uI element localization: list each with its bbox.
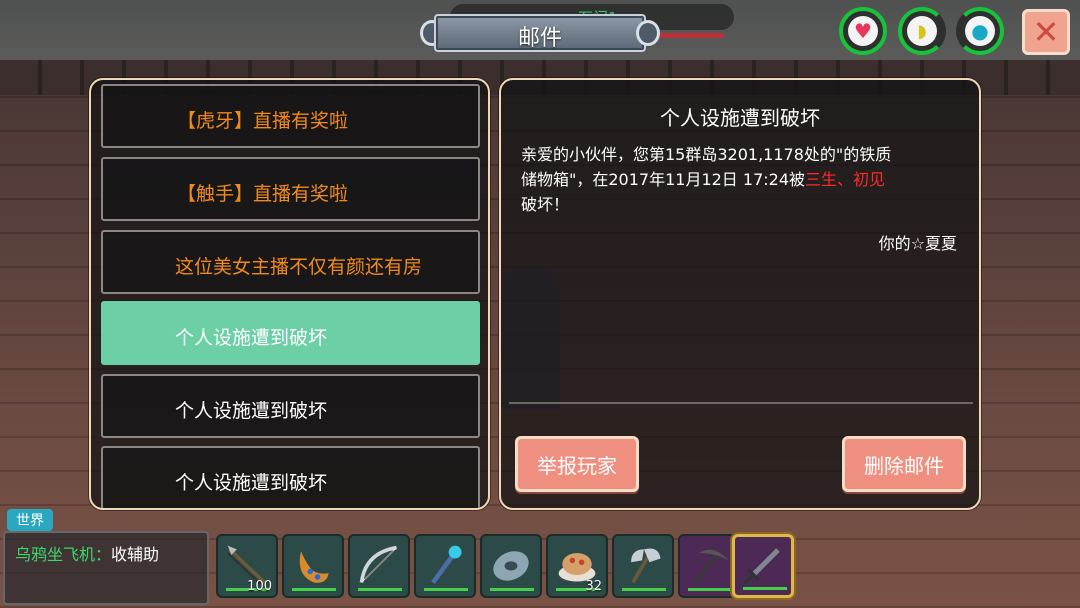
attacker-names: 三生、初见 <box>805 170 886 189</box>
dialog-title-plate: 邮件 <box>420 14 660 52</box>
banana-icon: ◗ <box>907 16 937 46</box>
hotbar-slot-selected[interactable] <box>732 534 794 598</box>
close-button[interactable]: ✕ <box>1022 9 1070 55</box>
chat-text: 收辅助 <box>111 545 160 564</box>
dialog-title: 邮件 <box>517 26 562 51</box>
staff-icon <box>431 545 462 584</box>
divider <box>509 402 973 404</box>
water-drop-icon: ● <box>965 16 995 46</box>
item-count: 100 <box>247 579 272 594</box>
mail-item-title: 这位美女主播不仅有颜还有房 <box>175 256 423 278</box>
mail-item-title: 个人设施遭到破坏 <box>175 400 328 422</box>
message-line: 破坏！ <box>521 195 570 214</box>
durability-bar <box>424 588 468 591</box>
durability-bar <box>490 588 534 591</box>
shield-icon <box>493 551 529 581</box>
axe-icon <box>631 548 661 584</box>
hunger-stat[interactable]: ◗ <box>898 7 946 55</box>
close-icon: ✕ <box>1032 13 1060 51</box>
durability-bar <box>358 588 402 591</box>
mail-item-chushou[interactable]: 【触手】直播有奖啦 <box>101 157 480 221</box>
report-player-button[interactable]: 举报玩家 <box>515 436 639 492</box>
mail-item-selected[interactable]: 个人设施遭到破坏 <box>101 301 480 365</box>
message-signature: 你的☆夏夏 <box>878 234 957 253</box>
mail-item-huya[interactable]: 【虎牙】直播有奖啦 <box>101 84 480 148</box>
durability-bar <box>292 588 336 591</box>
delete-mail-button[interactable]: 删除邮件 <box>842 436 966 492</box>
chat-box[interactable]: 乌鸦坐飞机：收辅助 <box>3 531 209 605</box>
message-line-text: 储物箱"，在2017年11月12日 17:24被 <box>521 170 805 189</box>
pickaxe-icon <box>693 549 729 584</box>
sword-icon <box>743 548 780 585</box>
durability-bar <box>688 588 732 591</box>
durability-bar <box>743 587 787 590</box>
chat-sender: 乌鸦坐飞机： <box>15 545 112 564</box>
hotbar-slot[interactable] <box>612 534 674 598</box>
durability-bar <box>622 588 666 591</box>
mail-item-title: 【触手】直播有奖啦 <box>177 183 349 205</box>
mail-item-title: 个人设施遭到破坏 <box>175 472 328 494</box>
message-line: 亲爱的小伙伴，您第15群岛3201,1178处的"的铁质 <box>521 145 892 164</box>
mail-item-damage[interactable]: 个人设施遭到破坏 <box>101 374 480 438</box>
item-count: 32 <box>585 579 602 594</box>
heart-icon: ♥ <box>848 16 878 46</box>
mail-item-title: 个人设施遭到破坏 <box>175 327 328 349</box>
hotbar-slot[interactable] <box>282 534 344 598</box>
message-title: 个人设施遭到破坏 <box>660 106 820 130</box>
mail-item-streamer[interactable]: 这位美女主播不仅有颜还有房 <box>101 230 480 294</box>
mail-list-panel: 【虎牙】直播有奖啦 【触手】直播有奖啦 这位美女主播不仅有颜还有房 个人设施遭到… <box>89 78 490 510</box>
hotbar-slot[interactable] <box>480 534 542 598</box>
bow-icon <box>359 545 397 583</box>
message-body: 亲爱的小伙伴，您第15群岛3201,1178处的"的铁质 储物箱"，在2017年… <box>521 142 961 217</box>
mail-detail-panel: 个人设施遭到破坏 亲爱的小伙伴，您第15群岛3201,1178处的"的铁质 储物… <box>499 78 981 510</box>
hotbar-slot[interactable] <box>348 534 410 598</box>
hotbar-slot[interactable]: 100 <box>216 534 278 598</box>
message-line: 储物箱"，在2017年11月12日 17:24被三生、初见 <box>521 167 961 192</box>
hotbar-slot[interactable] <box>678 534 740 598</box>
mail-item-title: 【虎牙】直播有奖啦 <box>177 110 349 132</box>
chat-tab-world[interactable]: 世界 <box>7 509 53 531</box>
mail-item-damage[interactable]: 个人设施遭到破坏 <box>101 446 480 508</box>
thirst-stat[interactable]: ● <box>956 7 1004 55</box>
health-bar-right <box>658 33 724 38</box>
health-stat[interactable]: ♥ <box>839 7 887 55</box>
hotbar-slot[interactable] <box>414 534 476 598</box>
banana-icon <box>299 551 329 583</box>
chat-message: 乌鸦坐飞机：收辅助 <box>15 541 159 565</box>
hotbar-slot[interactable]: 32 <box>546 534 608 598</box>
